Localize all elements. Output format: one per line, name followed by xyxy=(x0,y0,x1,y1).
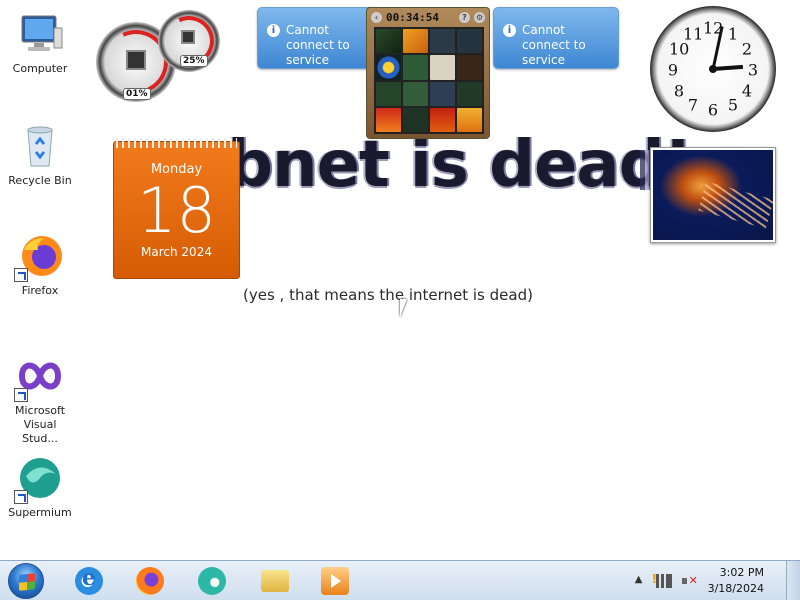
taskbar-file-explorer[interactable] xyxy=(256,564,294,598)
taskbar-date: 3/18/2024 xyxy=(707,582,764,595)
show-desktop-button[interactable] xyxy=(786,561,800,600)
clock-number: 6 xyxy=(707,100,719,120)
puzzle-tile[interactable] xyxy=(403,55,428,80)
firefox-icon xyxy=(14,232,64,282)
puzzle-tile[interactable] xyxy=(430,55,455,80)
puzzle-pause-icon[interactable]: ‹ xyxy=(371,11,382,23)
desktop-icon-recycle-bin[interactable]: Recycle Bin xyxy=(4,122,76,188)
puzzle-toolbar: ‹ 00:34:54 ? ⚙ xyxy=(367,8,489,26)
puzzle-tile[interactable] xyxy=(403,107,428,132)
mouse-cursor-icon xyxy=(400,299,407,317)
puzzle-timer: 00:34:54 xyxy=(386,10,439,24)
cpu-meter-gadget[interactable]: 01% 25% xyxy=(94,8,226,104)
volume-muted-icon[interactable] xyxy=(681,574,698,588)
start-button[interactable] xyxy=(8,563,44,599)
puzzle-tile[interactable] xyxy=(376,29,401,54)
calendar-day: 18 xyxy=(137,174,216,247)
puzzle-tile[interactable] xyxy=(457,81,482,106)
desktop-icon-label: Recycle Bin xyxy=(8,174,72,187)
desktop-icon-label: Supermium xyxy=(8,506,72,519)
desktop-icon-label: Computer xyxy=(12,62,68,75)
shortcut-arrow-icon xyxy=(14,490,28,504)
desktop-icon-firefox[interactable]: Firefox xyxy=(4,232,76,298)
puzzle-tile[interactable] xyxy=(403,81,428,106)
memory-percent: 25% xyxy=(180,55,208,67)
wallpaper-title: abnet is dead! xyxy=(185,128,693,202)
show-hidden-icons-chevron-icon[interactable]: ▲ xyxy=(632,574,646,588)
memory-chip-icon xyxy=(181,30,195,44)
taskbar-media-player[interactable] xyxy=(316,564,354,598)
clock-number: 8 xyxy=(673,81,685,101)
puzzle-grid xyxy=(374,27,484,134)
desktop-icon-supermium[interactable]: Supermium xyxy=(4,454,76,520)
firefox-icon xyxy=(136,567,164,595)
wallpaper-subtitle: (yes , that means the internet is dead) xyxy=(243,286,533,304)
clock-number: 9 xyxy=(667,60,679,80)
feed-error-message: Cannot connect to service xyxy=(522,23,586,67)
taskbar: ▲ 3:02 PM 3/18/2024 xyxy=(0,560,800,600)
taskbar-clock[interactable]: 3:02 PM 3/18/2024 xyxy=(708,565,764,597)
shortcut-arrow-icon xyxy=(14,388,28,402)
jellyfish-photo xyxy=(653,150,773,240)
shortcut-arrow-icon xyxy=(14,268,28,282)
calendar-gadget[interactable]: Monday 18 March 2024 xyxy=(113,138,240,279)
taskbar-time: 3:02 PM xyxy=(719,566,764,579)
feed-headlines-gadget-left[interactable]: i Cannot connect to service xyxy=(257,7,383,69)
feed-error-message: Cannot connect to service xyxy=(286,23,350,67)
clock-number: 5 xyxy=(727,95,739,115)
cpu-chip-icon xyxy=(126,50,146,70)
visual-studio-icon xyxy=(14,352,64,402)
taskbar-internet-explorer[interactable] xyxy=(70,564,108,598)
desktop-icon-visual-studio[interactable]: Microsoft Visual Stud... xyxy=(4,352,76,446)
folder-icon xyxy=(261,570,289,592)
puzzle-tile[interactable] xyxy=(430,107,455,132)
puzzle-tile[interactable] xyxy=(403,29,428,54)
clock-center-pin xyxy=(709,65,717,73)
desktop-icon-label: Microsoft Visual Stud... xyxy=(14,404,66,445)
desktop-icon-label: Firefox xyxy=(21,284,59,297)
clock-hour-hand xyxy=(712,64,744,71)
analog-clock-gadget[interactable]: 12 1 2 3 4 5 6 7 8 9 10 11 xyxy=(650,6,776,132)
taskbar-supermium[interactable] xyxy=(193,564,231,598)
cpu-percent: 01% xyxy=(123,88,151,100)
desktop-icon-computer[interactable]: Computer xyxy=(4,10,76,76)
supermium-icon xyxy=(198,567,226,595)
puzzle-tile[interactable] xyxy=(376,107,401,132)
puzzle-tile[interactable] xyxy=(376,81,401,106)
puzzle-tile[interactable] xyxy=(457,107,482,132)
picture-puzzle-gadget[interactable]: ‹ 00:34:54 ? ⚙ xyxy=(366,7,490,139)
calendar-binding-rings xyxy=(116,138,237,148)
feed-headlines-gadget-right[interactable]: i Cannot connect to service xyxy=(493,7,619,69)
media-player-icon xyxy=(321,567,349,595)
puzzle-help-icon[interactable]: ? xyxy=(459,11,470,23)
slideshow-gadget[interactable] xyxy=(650,147,776,243)
puzzle-tile[interactable] xyxy=(376,55,401,80)
supermium-icon xyxy=(14,454,64,504)
info-icon: i xyxy=(267,24,280,37)
puzzle-tile[interactable] xyxy=(430,29,455,54)
puzzle-tile[interactable] xyxy=(430,81,455,106)
clock-number: 2 xyxy=(741,39,753,59)
info-icon: i xyxy=(503,24,516,37)
network-warning-icon[interactable] xyxy=(652,572,672,588)
puzzle-shuffle-icon[interactable]: ⚙ xyxy=(474,11,485,23)
clock-number: 3 xyxy=(747,60,759,80)
recycle-bin-icon xyxy=(16,122,64,170)
computer-icon xyxy=(16,10,64,58)
internet-explorer-icon xyxy=(75,565,103,595)
puzzle-tile[interactable] xyxy=(457,55,482,80)
clock-number: 11 xyxy=(683,24,704,44)
calendar-month-year: March 2024 xyxy=(141,245,212,259)
taskbar-firefox[interactable] xyxy=(131,564,169,598)
system-tray: ▲ 3:02 PM 3/18/2024 xyxy=(632,561,764,600)
wallpaper-title-text: abnet is dead! xyxy=(185,128,693,202)
puzzle-tile[interactable] xyxy=(457,29,482,54)
